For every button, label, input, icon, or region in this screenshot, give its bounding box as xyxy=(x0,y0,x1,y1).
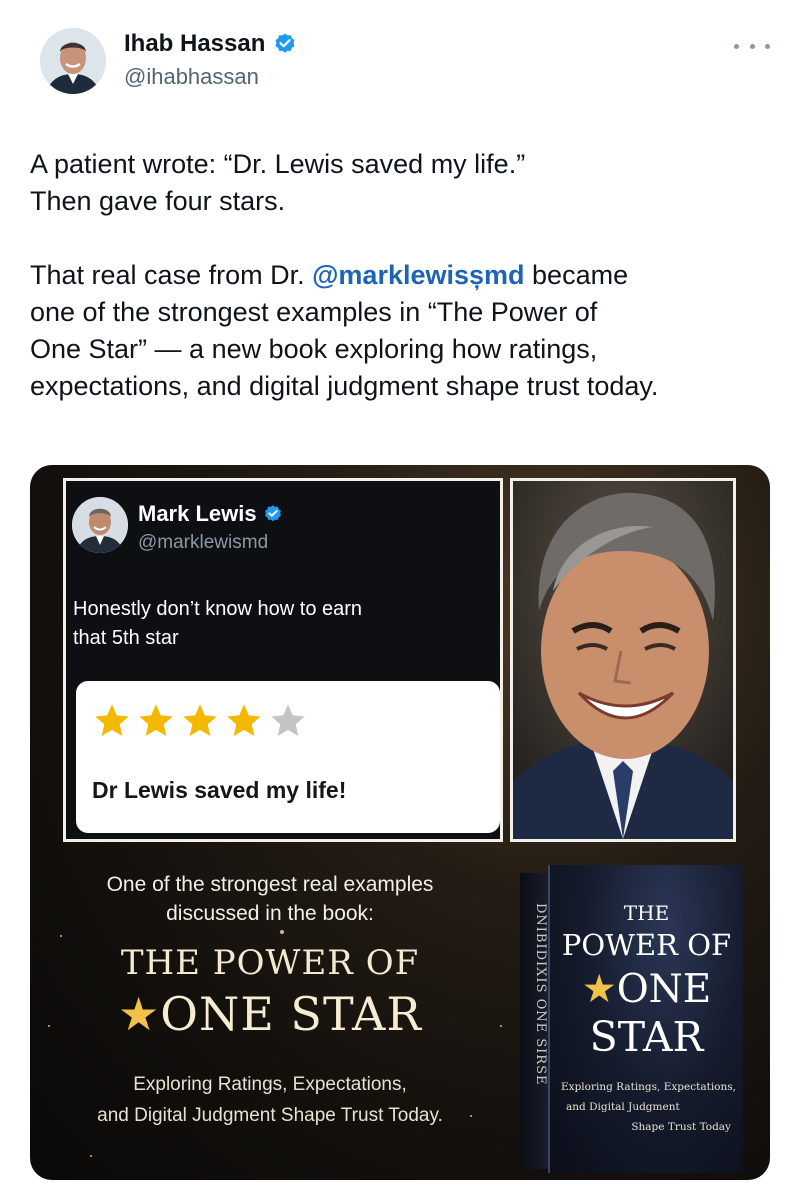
tweet-line: Then gave four stars. xyxy=(30,186,286,216)
book-cover-image: DNIBIDIXIS ONE SIRSE THE POWER OF ★ONE S… xyxy=(520,865,745,1173)
promo-title: THE POWER OF xyxy=(120,943,420,983)
author-avatar[interactable] xyxy=(40,28,106,94)
tweet-media-image[interactable]: Mark Lewis @marklewismd Honestly don’t k… xyxy=(30,465,770,1180)
verified-badge-icon xyxy=(275,33,295,53)
embedded-avatar xyxy=(72,497,128,553)
embedded-display-name: Mark Lewis xyxy=(138,501,283,527)
promo-lead-text: One of the strongest real examples discu… xyxy=(106,873,434,925)
embedded-tweet-text: Honestly don’t know how to earn that 5th… xyxy=(73,598,363,649)
star-icon: ★ xyxy=(118,987,161,1041)
author-handle[interactable]: @ihabhassan xyxy=(124,64,259,90)
more-horizontal-icon[interactable] xyxy=(734,36,770,56)
tweet-text: A patient wrote: “Dr. Lewis saved my lif… xyxy=(30,146,770,405)
book-spine: DNIBIDIXIS ONE SIRSE xyxy=(520,873,552,1169)
author-display-name[interactable]: Ihab Hassan xyxy=(124,30,265,58)
promo-subtitle: Exploring Ratings, Expectations, and Dig… xyxy=(97,1074,443,1126)
star-filled-icon xyxy=(183,704,217,736)
book-front: THE POWER OF ★ONE STAR Exploring Ratings… xyxy=(550,865,743,1173)
tweet-line: A patient wrote: “Dr. Lewis saved my lif… xyxy=(30,149,526,179)
star-filled-icon xyxy=(139,704,173,736)
review-text: Dr Lewis saved my life! xyxy=(92,777,347,803)
tweet-line: One Star” — a new book exploring how rat… xyxy=(30,334,598,364)
star-rating xyxy=(92,701,308,741)
promo-title-star: ★ONE STAR xyxy=(118,987,422,1041)
mention-link[interactable]: @marklewisșmd xyxy=(312,260,524,290)
review-card: Dr Lewis saved my life! xyxy=(76,681,500,833)
embedded-handle: @marklewismd xyxy=(138,532,269,553)
author-name-row: Ihab Hassan xyxy=(124,30,297,58)
tweet-header: Ihab Hassan @ihabhassan xyxy=(0,0,800,120)
tweet-line: That real case from Dr. @marklewisșmd be… xyxy=(30,260,629,290)
embedded-tweet-screenshot: Mark Lewis @marklewismd Honestly don’t k… xyxy=(63,478,503,842)
star-filled-icon xyxy=(95,704,129,736)
star-empty-icon xyxy=(271,704,305,736)
star-filled-icon xyxy=(227,704,261,736)
verified-badge-icon xyxy=(264,505,281,522)
tweet-line: one of the strongest examples in “The Po… xyxy=(30,297,598,327)
star-icon: ★ xyxy=(581,967,617,1012)
tweet-line: expectations, and digital judgment shape… xyxy=(30,371,659,401)
smiling-man-portrait xyxy=(510,478,736,842)
